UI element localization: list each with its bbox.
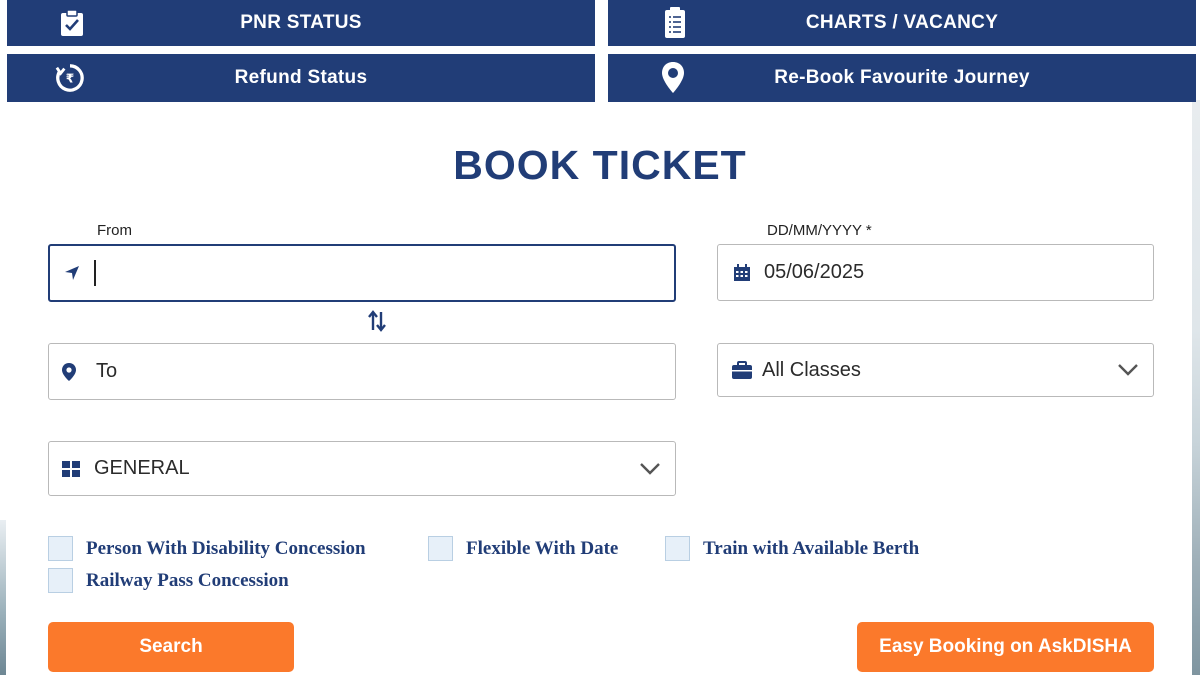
to-station-placeholder: To [96, 360, 118, 382]
swap-arrows-icon[interactable] [366, 309, 388, 333]
disability-concession-checkbox[interactable]: Person With Disability Concession [48, 536, 366, 561]
background-photo-edge-left [0, 520, 6, 675]
class-select-value: All Classes [762, 358, 861, 381]
from-station-field[interactable] [48, 244, 676, 302]
charts-vacancy-label: CHARTS / VACANCY [805, 12, 999, 33]
briefcase-icon [732, 360, 752, 380]
grid-icon [61, 459, 81, 479]
railway-pass-label: Railway Pass Concession [86, 569, 289, 591]
rupee-refund-icon: ₹ [55, 63, 85, 93]
quota-select[interactable]: GENERAL [48, 441, 676, 496]
list-document-icon [660, 7, 690, 38]
available-berth-label: Train with Available Berth [703, 537, 920, 559]
svg-text:₹: ₹ [66, 72, 74, 86]
refund-status-tile[interactable]: ₹ Refund Status [7, 54, 595, 102]
pnr-status-tile[interactable]: PNR STATUS [7, 0, 595, 46]
pnr-status-label: PNR STATUS [240, 12, 362, 33]
chevron-down-icon [1117, 363, 1139, 377]
refund-status-label: Refund Status [234, 67, 368, 88]
quota-select-value: GENERAL [94, 457, 190, 479]
chevron-down-icon [639, 462, 661, 476]
from-station-input[interactable] [100, 261, 600, 285]
checkbox-box[interactable] [428, 536, 453, 561]
clipboard-check-icon [57, 8, 87, 38]
checkbox-box[interactable] [48, 568, 73, 593]
search-button[interactable]: Search [48, 622, 294, 672]
railway-pass-checkbox[interactable]: Railway Pass Concession [48, 568, 289, 593]
map-pin-icon [658, 62, 688, 93]
disability-concession-label: Person With Disability Concession [86, 537, 366, 559]
text-cursor [94, 260, 96, 286]
checkbox-box[interactable] [665, 536, 690, 561]
map-marker-icon [59, 362, 79, 382]
askdisha-button[interactable]: Easy Booking on AskDISHA [857, 622, 1154, 672]
flexible-date-checkbox[interactable]: Flexible With Date [428, 536, 618, 561]
charts-vacancy-tile[interactable]: CHARTS / VACANCY [608, 0, 1196, 46]
from-label: From [97, 222, 132, 239]
checkbox-box[interactable] [48, 536, 73, 561]
available-berth-checkbox[interactable]: Train with Available Berth [665, 536, 919, 561]
journey-date-value: 05/06/2025 [764, 261, 865, 283]
location-arrow-icon [62, 263, 82, 283]
date-label: DD/MM/YYYY * [767, 222, 872, 239]
to-station-field[interactable]: To [48, 343, 676, 400]
page-title: BOOK TICKET [453, 142, 747, 188]
rebook-journey-label: Re-Book Favourite Journey [774, 67, 1030, 88]
calendar-icon [732, 263, 752, 283]
journey-date-field[interactable]: 05/06/2025 [717, 244, 1154, 301]
rebook-journey-tile[interactable]: Re-Book Favourite Journey [608, 54, 1196, 102]
flexible-date-label: Flexible With Date [466, 537, 619, 559]
class-select[interactable]: All Classes [717, 343, 1154, 397]
